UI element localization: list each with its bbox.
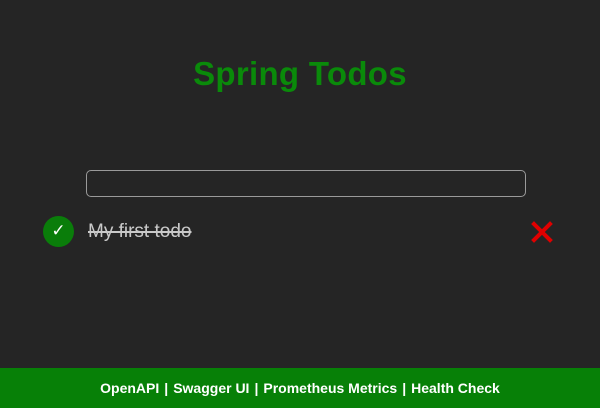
health-check-link[interactable]: Health Check — [411, 380, 500, 396]
close-icon — [531, 221, 553, 243]
footer-separator: | — [402, 380, 407, 396]
complete-toggle-button[interactable]: ✓ — [43, 216, 74, 247]
new-todo-input[interactable] — [86, 170, 526, 197]
openapi-link[interactable]: OpenAPI — [100, 380, 159, 396]
todo-item: ✓ My first todo — [42, 215, 558, 249]
prometheus-metrics-link[interactable]: Prometheus Metrics — [263, 380, 397, 396]
footer-separator: | — [254, 380, 259, 396]
todo-app: Spring Todos ✓ My first todo OpenAPI | Swa… — [0, 0, 600, 408]
checkmark-icon: ✓ — [51, 221, 66, 241]
page-title: Spring Todos — [193, 55, 407, 92]
delete-todo-button[interactable] — [530, 220, 554, 244]
footer-links: OpenAPI | Swagger UI | Prometheus Metrics | He… — [0, 368, 600, 408]
swagger-ui-link[interactable]: Swagger UI — [173, 380, 249, 396]
todo-item-text[interactable]: My first todo — [88, 219, 191, 245]
footer-separator: | — [164, 380, 169, 396]
